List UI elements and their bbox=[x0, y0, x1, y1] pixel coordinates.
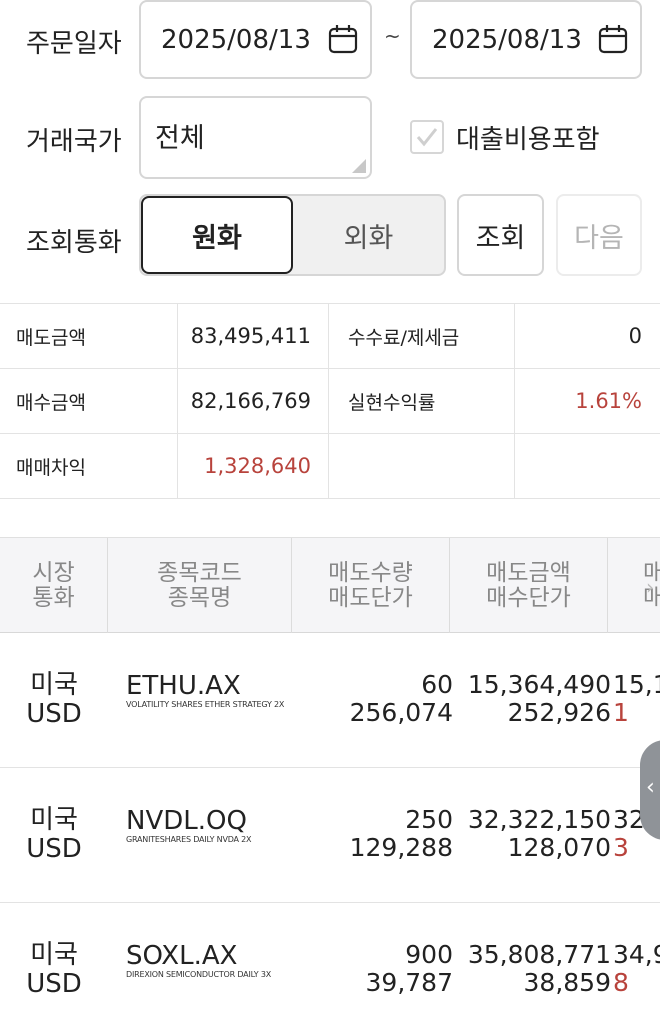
summary-table: 매도금액 83,495,411 수수료/제세금 0 매수금액 82,166,76… bbox=[0, 303, 660, 499]
truncated-top: 15,1 bbox=[613, 670, 660, 699]
header-line: 매수단가 bbox=[486, 584, 571, 611]
stock-code: SOXL.AX bbox=[126, 941, 238, 971]
summary-value: 83,495,411 bbox=[177, 304, 327, 368]
stock-name: GRANITESHARES DAILY NVDA 2X bbox=[126, 835, 252, 844]
summary-label: 매수금액 bbox=[16, 391, 86, 414]
header-line: 매도수량 bbox=[328, 559, 413, 586]
truncated-cell: 34,9 8 bbox=[613, 941, 660, 997]
market-cell: 미국 USD bbox=[26, 671, 82, 729]
buy-price: 252,926 bbox=[507, 698, 611, 727]
sell-qty-price-cell: 900 39,787 bbox=[303, 941, 453, 997]
date-from-value: 2025/08/13 bbox=[161, 24, 311, 55]
summary-value: 0 bbox=[514, 304, 660, 368]
buy-price: 38,859 bbox=[523, 968, 611, 997]
next-button[interactable]: 다음 bbox=[556, 194, 642, 276]
market-cell: 미국 USD bbox=[26, 806, 82, 864]
summary-empty-cell bbox=[328, 434, 514, 498]
buy-price: 128,070 bbox=[507, 833, 611, 862]
summary-label: 수수료/제세금 bbox=[328, 304, 514, 368]
header-code-name[interactable]: 종목코드 종목명 bbox=[108, 538, 292, 633]
header-line: 매도금액 bbox=[486, 559, 571, 586]
sell-amount-buy-price-cell: 35,808,771 38,859 bbox=[441, 941, 611, 997]
country-label: 거래국가 bbox=[26, 127, 122, 157]
market-cell: 미국 USD bbox=[26, 941, 82, 999]
currency-option-foreign[interactable]: 외화 bbox=[293, 196, 444, 274]
header-line: 종목코드 bbox=[157, 559, 242, 586]
truncated-top: 34,9 bbox=[613, 940, 660, 969]
include-loan-cost-checkbox[interactable] bbox=[410, 120, 444, 154]
sell-amount: 32,322,150 bbox=[467, 805, 611, 834]
trading-profit-value: 1,328,640 bbox=[177, 434, 327, 498]
header-line: 시장 bbox=[32, 559, 75, 586]
resize-handle-icon bbox=[352, 159, 366, 173]
header-sell-amount-buy-price[interactable]: 매도금액 매수단가 bbox=[450, 538, 608, 633]
sell-qty-price-cell: 60 256,074 bbox=[303, 671, 453, 727]
range-separator: ~ bbox=[384, 24, 401, 48]
sell-qty: 250 bbox=[405, 805, 453, 834]
header-line: 종목명 bbox=[167, 584, 232, 611]
table-row[interactable]: 미국 USD SOXL.AX DIREXION SEMICONDUCTOR DA… bbox=[0, 903, 660, 1013]
summary-label: 실현수익률 bbox=[328, 369, 514, 433]
sell-amount-buy-price-cell: 32,322,150 128,070 bbox=[441, 806, 611, 862]
currency-option-krw[interactable]: 원화 bbox=[141, 196, 293, 274]
calendar-icon[interactable] bbox=[598, 24, 628, 54]
order-date-label: 주문일자 bbox=[26, 29, 122, 59]
summary-row: 매수금액 82,166,769 실현수익률 1.61% bbox=[0, 369, 660, 434]
currency: USD bbox=[26, 834, 82, 864]
date-to-field[interactable]: 2025/08/13 bbox=[410, 0, 642, 79]
truncated-bottom: 1 bbox=[613, 698, 629, 727]
summary-row: 매매차익 1,328,640 bbox=[0, 434, 660, 499]
calendar-icon[interactable] bbox=[328, 24, 358, 54]
summary-label: 매도금액 bbox=[16, 326, 86, 349]
table-row[interactable]: 미국 USD NVDL.OQ GRANITESHARES DAILY NVDA … bbox=[0, 768, 660, 903]
truncated-bottom: 8 bbox=[613, 968, 629, 997]
stock-name: DIREXION SEMICONDUCTOR DAILY 3X bbox=[126, 970, 271, 979]
market: 미국 bbox=[30, 940, 78, 970]
currency-label: 조회통화 bbox=[26, 228, 122, 258]
header-line: 통화 bbox=[32, 584, 75, 611]
side-drawer-handle[interactable]: ‹ bbox=[640, 740, 660, 840]
market: 미국 bbox=[30, 805, 78, 835]
trades-table-header: 시장 통화 종목코드 종목명 매도수량 매도단가 매도금액 매수단가 매 매 bbox=[0, 537, 660, 633]
currency: USD bbox=[26, 699, 82, 729]
truncated-cell: 15,1 1 bbox=[613, 671, 660, 727]
summary-row: 매도금액 83,495,411 수수료/제세금 0 bbox=[0, 304, 660, 369]
table-row[interactable]: 미국 USD ETHU.AX VOLATILITY SHARES ETHER S… bbox=[0, 633, 660, 768]
sell-price: 39,787 bbox=[365, 968, 453, 997]
summary-label: 매매차익 bbox=[16, 456, 86, 479]
chevron-left-icon: ‹ bbox=[646, 775, 655, 800]
truncated-bottom: 3 bbox=[613, 833, 629, 862]
country-select[interactable]: 전체 bbox=[139, 96, 372, 179]
realized-return-value: 1.61% bbox=[514, 369, 660, 433]
date-to-value: 2025/08/13 bbox=[432, 24, 582, 55]
country-select-value: 전체 bbox=[155, 123, 205, 154]
sell-price: 129,288 bbox=[349, 833, 453, 862]
sell-amount: 15,364,490 bbox=[467, 670, 611, 699]
stock-code: NVDL.OQ bbox=[126, 806, 247, 836]
check-icon bbox=[416, 128, 438, 147]
header-line: 매도단가 bbox=[328, 584, 413, 611]
sell-amount-buy-price-cell: 15,364,490 252,926 bbox=[441, 671, 611, 727]
stock-name: VOLATILITY SHARES ETHER STRATEGY 2X bbox=[126, 700, 285, 709]
date-from-field[interactable]: 2025/08/13 bbox=[139, 0, 372, 79]
sell-qty: 900 bbox=[405, 940, 453, 969]
header-market-currency[interactable]: 시장 통화 bbox=[0, 538, 108, 633]
header-sell-qty-price[interactable]: 매도수량 매도단가 bbox=[292, 538, 450, 633]
sell-qty: 60 bbox=[421, 670, 453, 699]
sell-price: 256,074 bbox=[349, 698, 453, 727]
summary-empty-cell bbox=[514, 434, 660, 498]
summary-value: 82,166,769 bbox=[177, 369, 327, 433]
market: 미국 bbox=[30, 670, 78, 700]
chevron-right-icon[interactable]: › bbox=[646, 575, 654, 599]
currency-toggle: 원화 외화 bbox=[139, 194, 446, 276]
include-loan-cost-label: 대출비용포함 bbox=[456, 125, 600, 155]
query-button[interactable]: 조회 bbox=[457, 194, 544, 276]
sell-amount: 35,808,771 bbox=[467, 940, 611, 969]
sell-qty-price-cell: 250 129,288 bbox=[303, 806, 453, 862]
currency: USD bbox=[26, 969, 82, 999]
stock-code: ETHU.AX bbox=[126, 671, 241, 701]
